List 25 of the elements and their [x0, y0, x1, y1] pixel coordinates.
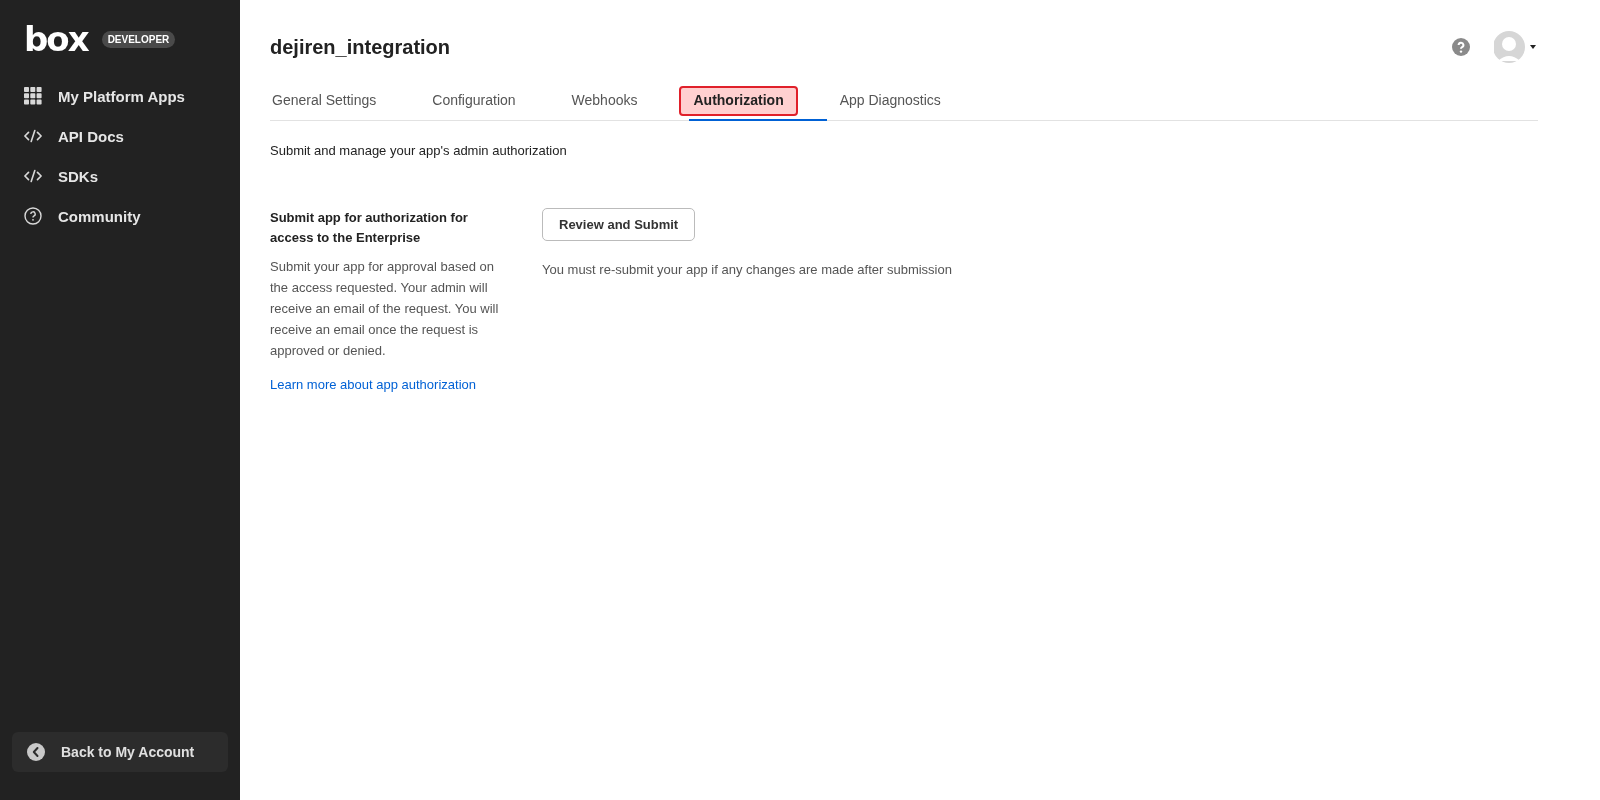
- section-description: Submit your app for approval based on the access requested. Your admin will receive an email of the request. You will receive an email once the request is approved or denied.: [270, 258, 500, 360]
- box-logo[interactable]: box: [24, 22, 88, 56]
- help-icon[interactable]: [1452, 38, 1470, 56]
- review-submit-button[interactable]: Review and Submit: [542, 208, 696, 241]
- sidebar-item[interactable]: SDKs: [12, 164, 228, 188]
- resubmit-note: You must re-submit your app if any changes are made after submission: [542, 262, 952, 277]
- code-icon: [24, 167, 42, 185]
- help-icon: [24, 207, 42, 225]
- tab[interactable]: App Diagnostics: [825, 86, 955, 116]
- tab[interactable]: General Settings: [258, 86, 391, 116]
- chevron-left-icon: [27, 743, 45, 761]
- app-title: dejiren_integration: [270, 35, 451, 59]
- sidebar-item[interactable]: Community: [12, 204, 228, 228]
- back-to-account-button[interactable]: Back to My Account: [12, 732, 228, 772]
- page-description: Submit and manage your app's admin authorization: [270, 143, 568, 158]
- tab[interactable]: Authorization: [679, 86, 798, 116]
- sidebar-item[interactable]: My Platform Apps: [12, 84, 228, 108]
- sidebar-item[interactable]: API Docs: [12, 124, 228, 148]
- code-icon: [24, 127, 42, 145]
- section-heading: Submit app for authorization for access to the Enterprise: [270, 209, 469, 247]
- tab[interactable]: Webhooks: [557, 86, 652, 116]
- learn-more-link[interactable]: Learn more about app authorization: [270, 377, 476, 392]
- developer-badge: DEVELOPER: [101, 30, 176, 48]
- grid-icon: [24, 87, 42, 105]
- tab[interactable]: Configuration: [418, 86, 530, 116]
